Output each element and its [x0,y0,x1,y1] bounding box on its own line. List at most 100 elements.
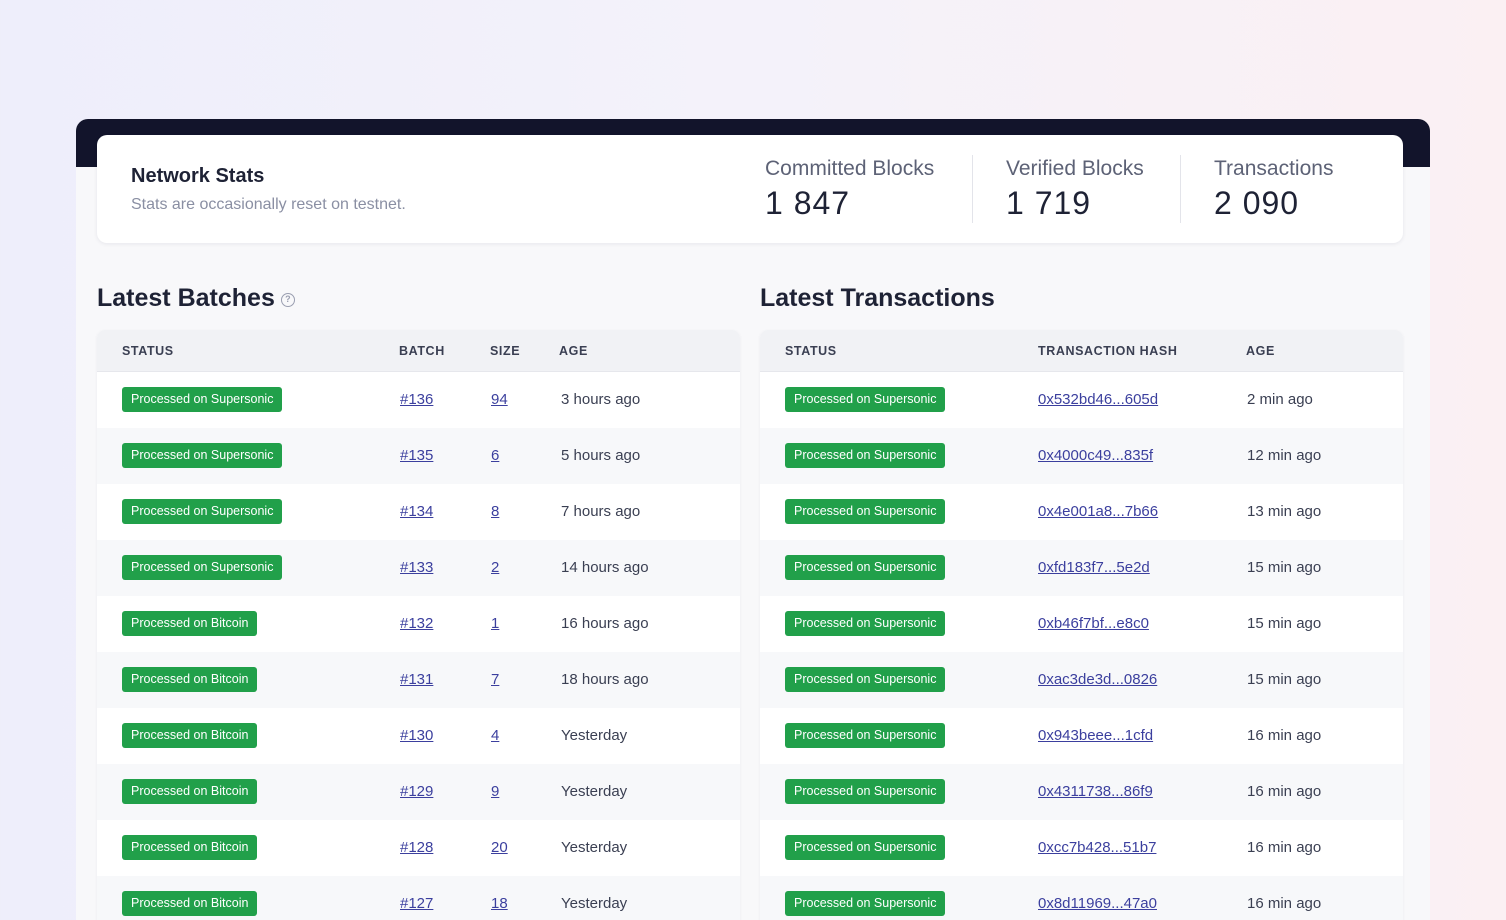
age-text: 16 hours ago [561,615,649,632]
batch-link[interactable]: #136 [400,391,433,408]
column-header-transaction-hash: TRANSACTION HASH [1038,344,1178,358]
size-link[interactable]: 18 [491,895,508,912]
table-row: Processed on Bitcoin #130 4 Yesterday [97,708,740,764]
size-link[interactable]: 8 [491,503,499,520]
status-badge: Processed on Supersonic [122,555,283,580]
network-stats-title: Network Stats [131,165,265,187]
stat-verified-blocks: Verified Blocks 1 719 [1006,157,1144,222]
table-row: Processed on Bitcoin #128 20 Yesterday [97,820,740,876]
transactions-table: STATUS TRANSACTION HASH AGE Processed on… [760,330,1403,920]
batch-link[interactable]: #133 [400,559,433,576]
status-badge: Processed on Supersonic [785,499,946,524]
transaction-hash-link[interactable]: 0x4e001a8...7b66 [1038,503,1158,520]
transaction-hash-link[interactable]: 0xcc7b428...51b7 [1038,839,1156,856]
age-text: 5 hours ago [561,447,641,464]
batch-link[interactable]: #135 [400,447,433,464]
batches-table: STATUS BATCH SIZE AGE Processed on Super… [97,330,740,920]
age-text: 15 min ago [1247,615,1322,632]
stat-label: Committed Blocks [765,157,935,180]
status-badge: Processed on Supersonic [785,667,946,692]
age-text: 15 min ago [1247,559,1322,576]
table-row: Processed on Supersonic 0x4000c49...835f 1… [760,428,1403,484]
stat-divider [1180,155,1181,223]
status-badge: Processed on Supersonic [785,611,946,636]
size-link[interactable]: 20 [491,839,508,856]
transaction-hash-link[interactable]: 0x4311738...86f9 [1038,783,1153,800]
column-header-status: STATUS [122,344,174,358]
batch-link[interactable]: #129 [400,783,433,800]
table-row: Processed on Supersonic #136 94 3 hours ago [97,372,740,428]
stat-value: 1 847 [765,185,851,221]
table-row: Processed on Supersonic 0xac3de3d...0826 1… [760,652,1403,708]
transaction-hash-link[interactable]: 0x8d11969...47a0 [1038,895,1157,912]
size-link[interactable]: 2 [491,559,499,576]
size-link[interactable]: 1 [491,615,499,632]
table-row: Processed on Supersonic 0xfd183f7...5e2d 1… [760,540,1403,596]
transaction-hash-link[interactable]: 0xfd183f7...5e2d [1038,559,1150,576]
stat-divider [972,155,973,223]
status-badge: Processed on Supersonic [785,835,946,860]
transaction-hash-link[interactable]: 0xb46f7bf...e8c0 [1038,615,1149,632]
stat-committed-blocks: Committed Blocks 1 847 [765,157,934,222]
table-row: Processed on Supersonic 0xb46f7bf...e8c0 1… [760,596,1403,652]
column-header-size: SIZE [490,344,521,358]
batch-link[interactable]: #130 [400,727,433,744]
size-link[interactable]: 6 [491,447,499,464]
question-circle-icon[interactable]: ? [280,292,295,307]
status-badge: Processed on Supersonic [785,891,946,916]
column-header-status: STATUS [785,344,837,358]
latest-transactions-title: Latest Transactions [760,284,995,312]
transaction-hash-link[interactable]: 0xac3de3d...0826 [1038,671,1157,688]
batch-link[interactable]: #134 [400,503,433,520]
batch-link[interactable]: #128 [400,839,433,856]
size-link[interactable]: 7 [491,671,499,688]
network-stats-card: Network Stats Stats are occasionally res… [97,135,1403,243]
table-row: Processed on Supersonic #135 6 5 hours ago [97,428,740,484]
table-row: Processed on Supersonic 0x4e001a8...7b66 1… [760,484,1403,540]
latest-transactions-heading: Latest Transactions [760,284,995,313]
batch-link[interactable]: #132 [400,615,433,632]
size-link[interactable]: 94 [491,391,508,408]
age-text: 13 min ago [1247,503,1322,520]
table-row: Processed on Supersonic 0x4311738...86f9 1… [760,764,1403,820]
age-text: Yesterday [561,727,628,744]
age-text: 16 min ago [1247,727,1322,744]
column-header-age: AGE [559,344,588,358]
transaction-hash-link[interactable]: 0x532bd46...605d [1038,391,1158,408]
status-badge: Processed on Supersonic [785,779,946,804]
status-badge: Processed on Bitcoin [122,667,258,692]
column-header-age: AGE [1246,344,1275,358]
batch-link[interactable]: #131 [400,671,433,688]
status-badge: Processed on Supersonic [785,723,946,748]
table-row: Processed on Supersonic 0xcc7b428...51b7 1… [760,820,1403,876]
table-row: Processed on Bitcoin #127 18 Yesterday [97,876,740,920]
transaction-hash-link[interactable]: 0x943beee...1cfd [1038,727,1153,744]
age-text: 16 min ago [1247,895,1322,912]
status-badge: Processed on Supersonic [785,443,946,468]
status-badge: Processed on Bitcoin [122,835,258,860]
table-row: Processed on Bitcoin #129 9 Yesterday [97,764,740,820]
table-header: STATUS BATCH SIZE AGE [97,330,740,372]
table-row: Processed on Supersonic 0x943beee...1cfd 1… [760,708,1403,764]
table-row: Processed on Supersonic 0x8d11969...47a0 1… [760,876,1403,920]
table-row: Processed on Bitcoin #132 1 16 hours ago [97,596,740,652]
latest-batches-heading: Latest Batches ? [97,284,295,313]
age-text: 15 min ago [1247,671,1322,688]
table-row: Processed on Supersonic #134 8 7 hours ago [97,484,740,540]
status-badge: Processed on Supersonic [785,387,946,412]
stat-label: Transactions [1214,157,1334,180]
table-header: STATUS TRANSACTION HASH AGE [760,330,1403,372]
age-text: 18 hours ago [561,671,649,688]
transaction-hash-link[interactable]: 0x4000c49...835f [1038,447,1153,464]
age-text: Yesterday [561,783,628,800]
batch-link[interactable]: #127 [400,895,433,912]
status-badge: Processed on Bitcoin [122,779,258,804]
app-window: Network Stats Stats are occasionally res… [76,119,1430,920]
status-badge: Processed on Bitcoin [122,611,258,636]
column-header-batch: BATCH [399,344,445,358]
size-link[interactable]: 4 [491,727,499,744]
stat-value: 2 090 [1214,185,1300,221]
age-text: 16 min ago [1247,783,1322,800]
status-badge: Processed on Bitcoin [122,723,258,748]
size-link[interactable]: 9 [491,783,499,800]
